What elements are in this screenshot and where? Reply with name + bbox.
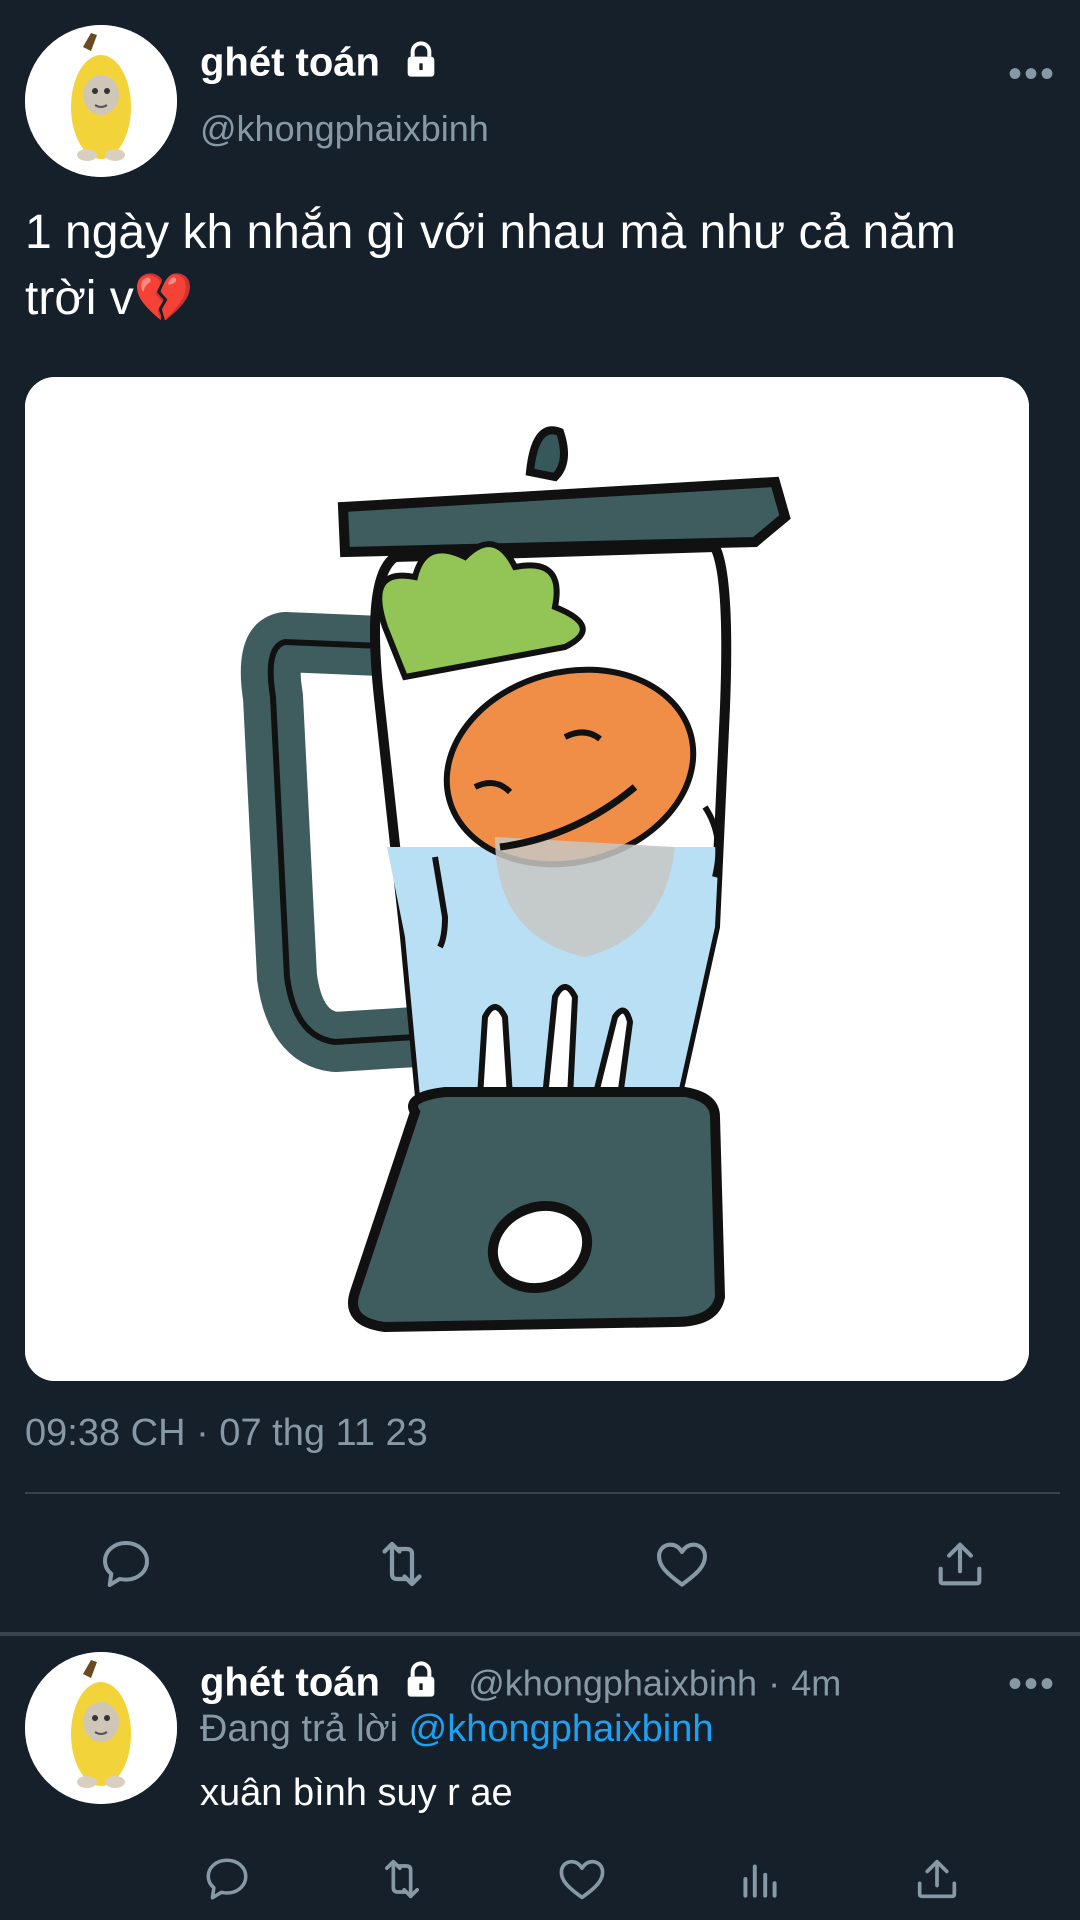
blender-carrot-drawing bbox=[25, 377, 1029, 1381]
share-icon bbox=[938, 1542, 982, 1586]
like-button[interactable] bbox=[652, 1534, 712, 1594]
reply-time[interactable]: 4m bbox=[791, 1663, 841, 1704]
reply-reply-button[interactable] bbox=[200, 1852, 254, 1906]
like-icon bbox=[656, 1542, 708, 1587]
reply-share-button[interactable] bbox=[910, 1852, 964, 1906]
like-icon bbox=[559, 1859, 605, 1900]
tweet-timestamp[interactable]: 09:38 CH · 07 thg 11 23 bbox=[25, 1412, 428, 1455]
more-options-button[interactable]: ••• bbox=[1008, 52, 1056, 97]
author-avatar[interactable] bbox=[25, 25, 177, 177]
tweet-text-line-2-text: trời v bbox=[25, 272, 134, 325]
tweet-text: 1 ngày kh nhắn gì với nhau mà như cả năm… bbox=[25, 200, 1065, 332]
reply-icon bbox=[103, 1541, 149, 1587]
tweet-separator bbox=[0, 1632, 1080, 1636]
replying-to: Đang trả lời @khongphaixbinh bbox=[200, 1708, 713, 1751]
broken-heart-emoji: 💔 bbox=[133, 272, 194, 325]
tweet-text-line-2: trời v💔 bbox=[25, 266, 1065, 332]
retweet-icon bbox=[382, 1541, 422, 1587]
reply-icon bbox=[206, 1858, 248, 1900]
author-handle[interactable]: @khongphaixbinh bbox=[200, 108, 489, 150]
reply-author-name[interactable]: ghét toán bbox=[200, 1661, 380, 1705]
banana-cat-avatar-image bbox=[25, 1652, 177, 1804]
author-name[interactable]: ghét toán bbox=[200, 41, 380, 85]
tweet-text-line-1: 1 ngày kh nhắn gì với nhau mà như cả năm bbox=[25, 206, 956, 259]
reply-author-handle[interactable]: @khongphaixbinh bbox=[468, 1663, 757, 1704]
reply-author-avatar[interactable] bbox=[25, 1652, 177, 1804]
lock-icon bbox=[401, 40, 441, 90]
reply-text: xuân bình suy r ae bbox=[200, 1772, 513, 1814]
banana-cat-avatar-image bbox=[25, 25, 177, 177]
tweet-media-image[interactable] bbox=[25, 377, 1029, 1381]
reply-retweet-button[interactable] bbox=[375, 1852, 429, 1906]
share-icon bbox=[917, 1859, 957, 1899]
lock-icon bbox=[401, 1660, 441, 1710]
author-name-row[interactable]: ghét toán bbox=[200, 40, 441, 90]
analytics-icon bbox=[743, 1864, 777, 1898]
reply-header: ghét toán @khongphaixbinh · 4m bbox=[200, 1660, 841, 1710]
replying-to-mention[interactable]: @khongphaixbinh bbox=[409, 1708, 714, 1750]
timestamp-divider bbox=[25, 1492, 1060, 1494]
reply-button[interactable] bbox=[96, 1534, 156, 1594]
retweet-icon bbox=[384, 1859, 420, 1899]
reply-analytics-button[interactable] bbox=[733, 1852, 787, 1906]
reply-more-options-button[interactable]: ••• bbox=[1008, 1662, 1056, 1707]
share-button[interactable] bbox=[930, 1534, 990, 1594]
reply-time-separator: · bbox=[768, 1662, 781, 1704]
replying-to-label: Đang trả lời bbox=[200, 1708, 399, 1750]
retweet-button[interactable] bbox=[372, 1534, 432, 1594]
reply-like-button[interactable] bbox=[555, 1852, 609, 1906]
